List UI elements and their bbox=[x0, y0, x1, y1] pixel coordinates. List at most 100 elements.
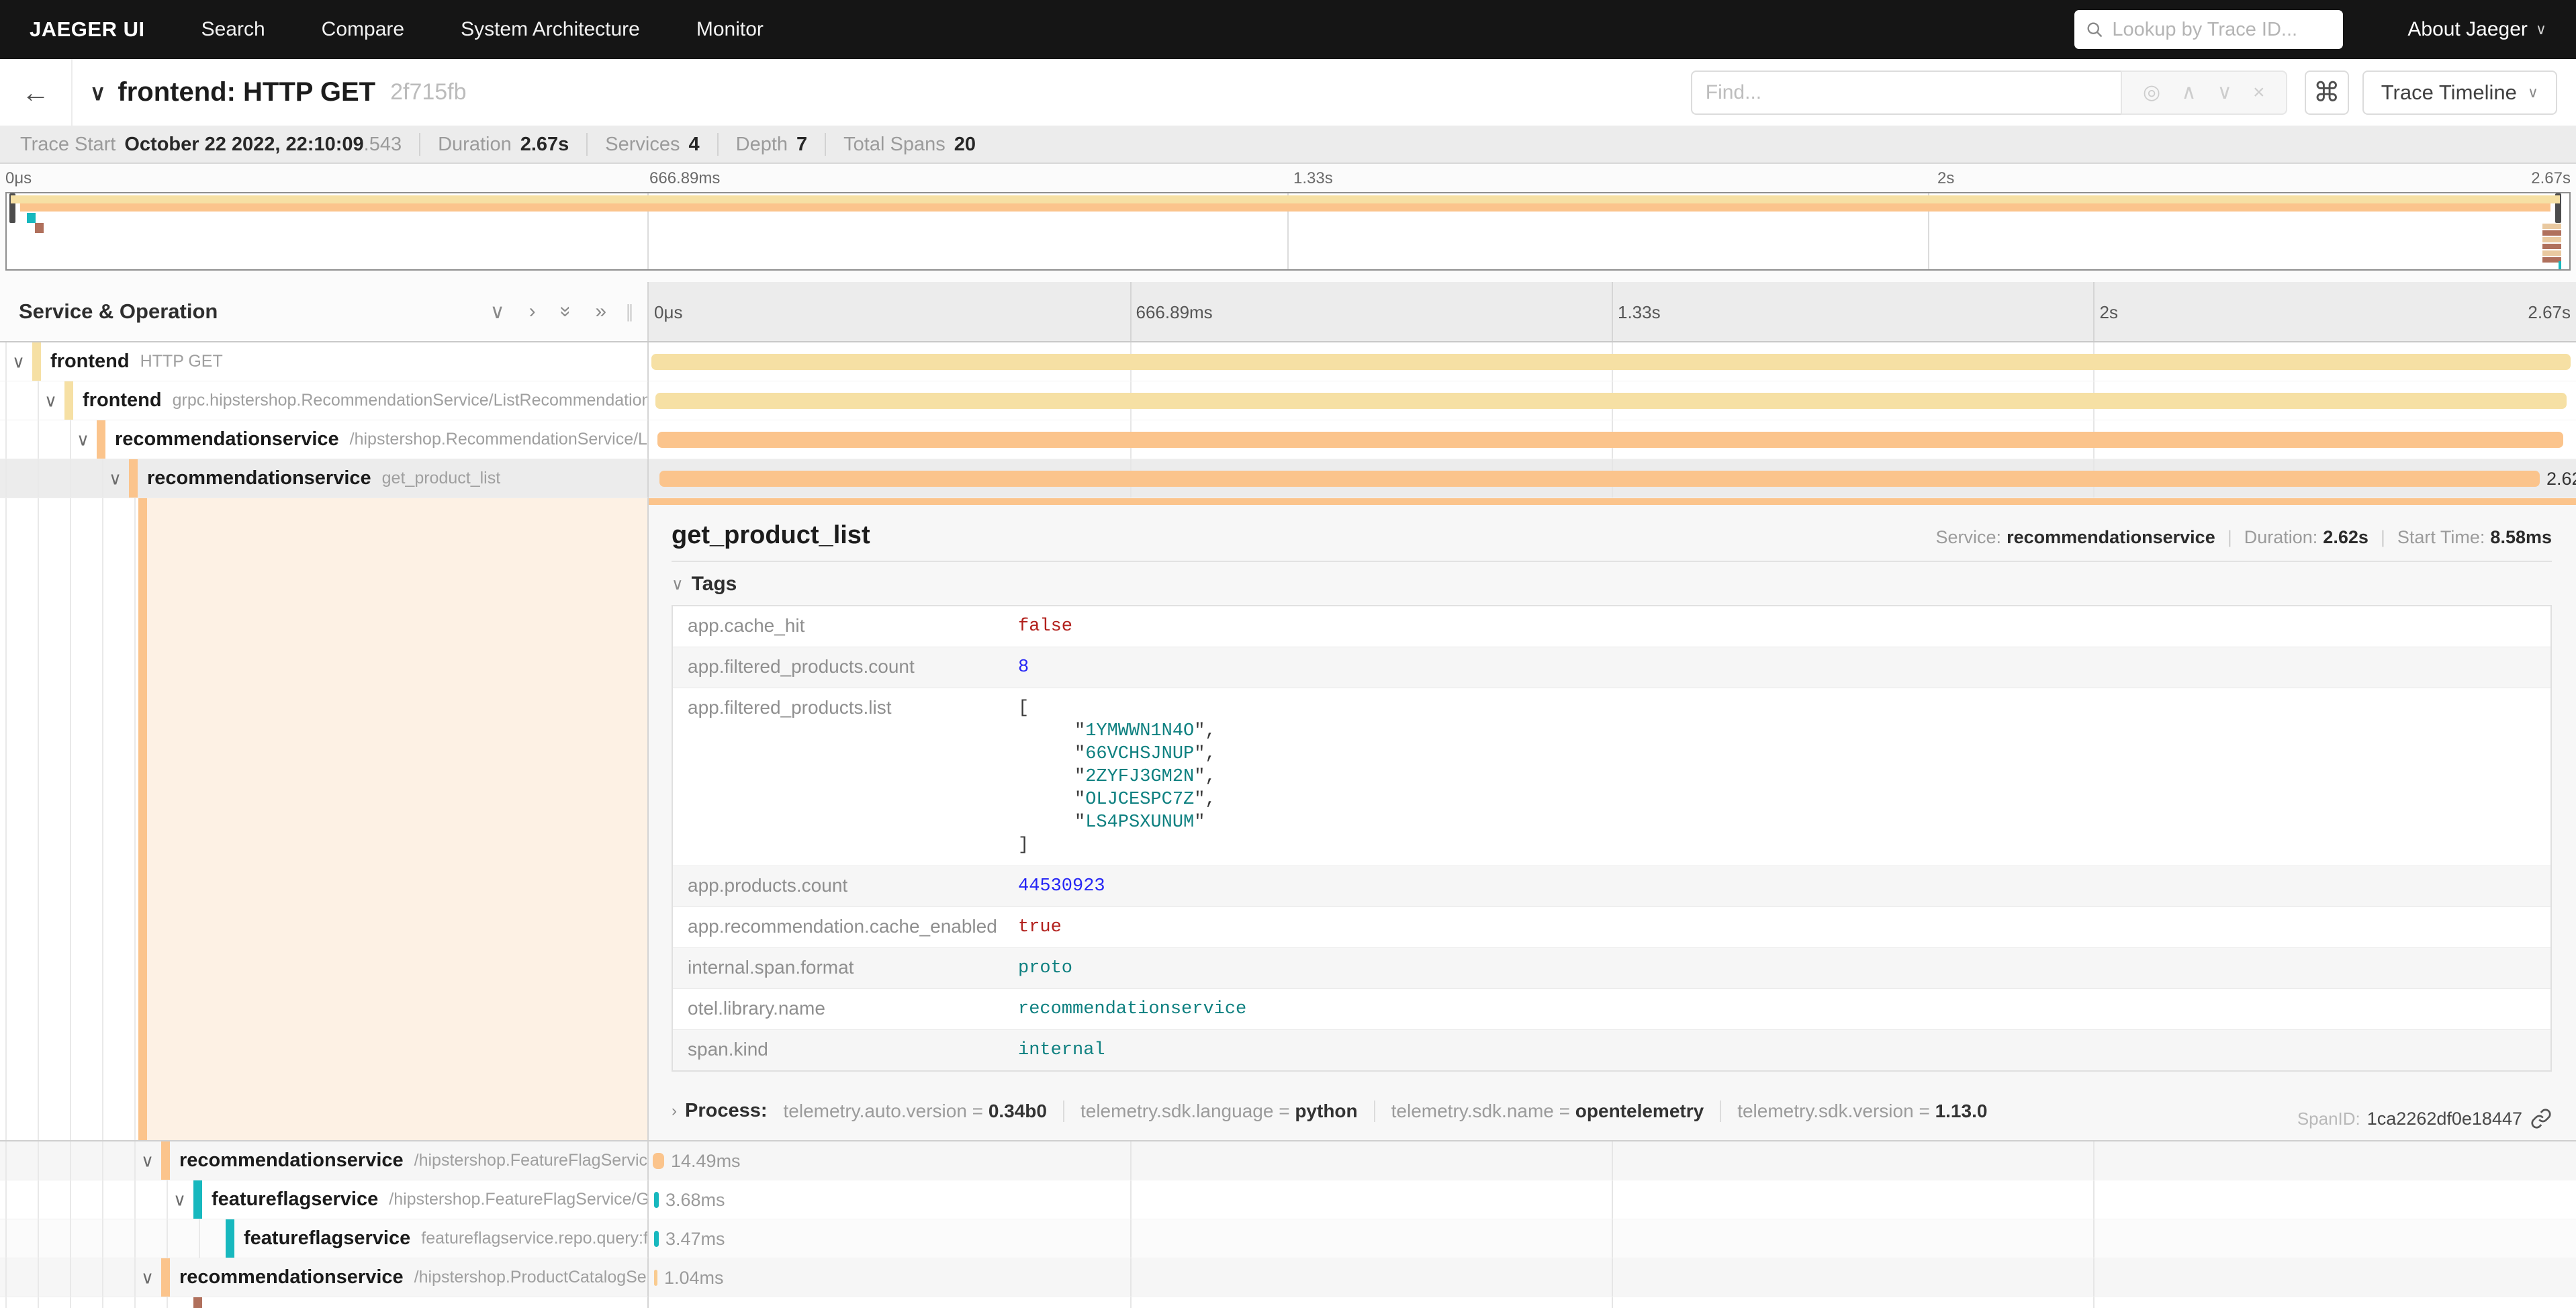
nav-item-monitor[interactable]: Monitor bbox=[696, 18, 764, 41]
trace-minimap: 0μs666.89ms1.33s2s2.67s bbox=[0, 164, 2576, 282]
span-row[interactable]: ∨recommendationservice/hipstershop.Recom… bbox=[0, 420, 2576, 459]
row-collapse-chevron-icon[interactable]: ∨ bbox=[109, 468, 122, 489]
minimap-span-bar bbox=[20, 203, 2550, 212]
focus-match-icon[interactable]: ◎ bbox=[2143, 81, 2160, 104]
tag-key: otel.library.name bbox=[688, 998, 1018, 1021]
jaeger-logo[interactable]: JAEGER UI bbox=[30, 17, 145, 42]
span-duration-bar[interactable] bbox=[659, 471, 2540, 487]
minimap-span-bar bbox=[27, 213, 36, 223]
trace-header: ← ∨ frontend: HTTP GET 2f715fb Find... ◎… bbox=[0, 59, 2576, 126]
service-color-bar bbox=[97, 420, 105, 459]
expand-one-icon[interactable]: › bbox=[529, 300, 536, 323]
collapse-one-icon[interactable]: ∨ bbox=[490, 300, 505, 324]
row-collapse-chevron-icon[interactable]: ∨ bbox=[77, 429, 89, 450]
find-input[interactable]: Find... bbox=[1691, 71, 2121, 115]
timeline-tick-labels: 0μs666.89ms1.33s2s2.67s bbox=[649, 282, 2576, 341]
trace-id-short: 2f715fb bbox=[390, 79, 466, 105]
summary-services: Services 4 bbox=[586, 133, 717, 156]
operation-name: /hipstershop.ProductCatalogSer… bbox=[414, 1268, 649, 1287]
tag-row: otel.library.namerecommendationservice bbox=[673, 989, 2550, 1030]
keyboard-shortcuts-button[interactable]: ⌘ bbox=[2305, 71, 2349, 115]
summary-depth: Depth 7 bbox=[717, 133, 825, 156]
column-resizer-grip[interactable]: ∥ bbox=[625, 301, 635, 322]
process-section: › Process: telemetry.auto.version = 0.34… bbox=[672, 1100, 2552, 1122]
row-collapse-chevron-icon[interactable]: ∨ bbox=[44, 390, 57, 411]
prev-match-icon[interactable]: ∧ bbox=[2181, 81, 2196, 104]
row-collapse-chevron-icon[interactable]: ∨ bbox=[141, 1267, 154, 1288]
timeline-column-header: Service & Operation ∨ › » » ∥ 0μs666.89m… bbox=[0, 282, 2576, 342]
service-name: recommendationservice bbox=[179, 1266, 404, 1289]
link-icon[interactable] bbox=[2530, 1108, 2552, 1129]
service-name: featureflagservice bbox=[212, 1188, 378, 1211]
span-row[interactable]: ∨recommendationservice/hipstershop.Featu… bbox=[0, 1141, 2576, 1180]
span-row[interactable]: ∨frontendgrpc.hipstershop.Recommendation… bbox=[0, 381, 2576, 420]
span-duration-bar[interactable] bbox=[654, 1231, 659, 1247]
operation-name: /hipstershop.FeatureFlagService/Ge… bbox=[389, 1190, 649, 1209]
clear-find-icon[interactable]: × bbox=[2253, 81, 2265, 104]
process-entry: telemetry.sdk.language = python bbox=[1063, 1101, 1374, 1122]
service-color-bar bbox=[129, 459, 138, 498]
summary-trace-start: Trace Start October 22 2022, 22:10:09.54… bbox=[0, 133, 419, 156]
span-duration-bar[interactable] bbox=[654, 1192, 659, 1208]
span-rows-top: ∨frontendHTTP GET∨frontendgrpc.hipstersh… bbox=[0, 342, 2576, 498]
tags-section-toggle[interactable]: ∨ Tags bbox=[672, 573, 2552, 596]
tag-value: internal bbox=[1018, 1039, 2536, 1062]
chevron-right-icon[interactable]: › bbox=[672, 1102, 677, 1121]
span-duration-bar[interactable] bbox=[655, 393, 2567, 409]
row-collapse-chevron-icon[interactable]: ∨ bbox=[12, 351, 25, 372]
tag-row: app.recommendation.cache_enabledtrue bbox=[673, 907, 2550, 948]
tick-label: 0μs bbox=[654, 302, 682, 323]
span-id-value: 1ca2262df0e18447 bbox=[2367, 1109, 2522, 1129]
span-duration-bar[interactable] bbox=[657, 432, 2563, 448]
trace-id-search-input[interactable]: Lookup by Trace ID... bbox=[2074, 10, 2343, 49]
span-row[interactable] bbox=[0, 1297, 2576, 1308]
service-color-bar bbox=[226, 1219, 234, 1258]
span-duration-label: 3.68ms bbox=[665, 1190, 725, 1211]
span-duration-bar[interactable] bbox=[651, 354, 2571, 370]
tag-value: true bbox=[1018, 916, 2536, 939]
back-button[interactable]: ← bbox=[0, 59, 73, 126]
tick-label: 0μs bbox=[5, 169, 32, 188]
span-duration-bar[interactable] bbox=[654, 1270, 657, 1286]
tag-row: app.filtered_products.list["1YMWWN1N4O",… bbox=[673, 688, 2550, 866]
operation-name: /hipstershop.FeatureFlagService… bbox=[414, 1151, 649, 1170]
span-detail-panel: get_product_list Service:recommendations… bbox=[649, 498, 2576, 1140]
search-icon bbox=[2085, 20, 2104, 39]
span-row[interactable]: ∨ recommendationservice/hipstershop.Produ… bbox=[0, 1258, 2576, 1297]
collapse-all-icon[interactable]: » bbox=[554, 306, 577, 318]
tag-value: recommendationservice bbox=[1018, 998, 2536, 1021]
summary-duration: Duration 2.67s bbox=[419, 133, 586, 156]
next-match-icon[interactable]: ∨ bbox=[2217, 81, 2232, 104]
service-name: recommendationservice bbox=[147, 467, 371, 489]
row-collapse-chevron-icon[interactable]: ∨ bbox=[141, 1150, 154, 1171]
process-entry: telemetry.auto.version = 0.34b0 bbox=[774, 1101, 1063, 1122]
find-group: Find... ◎ ∧ ∨ × bbox=[1691, 71, 2287, 115]
tick-label: 2s bbox=[2100, 302, 2118, 323]
minimap-tick-labels: 0μs666.89ms1.33s2s2.67s bbox=[0, 169, 2576, 189]
nav-item-system-architecture[interactable]: System Architecture bbox=[461, 18, 640, 41]
tag-key: app.cache_hit bbox=[688, 615, 1018, 638]
about-jaeger-menu[interactable]: About Jaeger ∨ bbox=[2407, 18, 2546, 41]
span-row[interactable]: ∨frontendHTTP GET bbox=[0, 342, 2576, 381]
trace-id-search-placeholder: Lookup by Trace ID... bbox=[2112, 19, 2297, 41]
minimap-span-bar bbox=[2542, 244, 2561, 249]
service-operation-title: Service & Operation bbox=[19, 299, 218, 324]
view-selector-button[interactable]: Trace Timeline ∨ bbox=[2362, 71, 2557, 115]
tag-row: app.filtered_products.count8 bbox=[673, 647, 2550, 688]
span-duration-label: 1.04ms bbox=[664, 1268, 724, 1289]
span-row[interactable]: ∨ featureflagservice/hipstershop.FeatureF… bbox=[0, 1180, 2576, 1219]
trace-collapse-chevron-icon[interactable]: ∨ bbox=[90, 80, 105, 105]
span-rows-bottom: ∨ recommendationservice/hipstershop.Featu… bbox=[0, 1141, 2576, 1308]
minimap-canvas[interactable] bbox=[5, 192, 2571, 271]
nav-item-search[interactable]: Search bbox=[201, 18, 265, 41]
expand-all-icon[interactable]: » bbox=[595, 300, 606, 323]
tag-key: app.filtered_products.count bbox=[688, 656, 1018, 679]
tag-row: app.products.count44530923 bbox=[673, 866, 2550, 907]
tick-label: 2s bbox=[1937, 169, 1954, 188]
row-collapse-chevron-icon[interactable]: ∨ bbox=[173, 1189, 186, 1210]
service-color-bar bbox=[161, 1141, 170, 1180]
span-duration-bar[interactable] bbox=[653, 1153, 664, 1169]
nav-item-compare[interactable]: Compare bbox=[322, 18, 404, 41]
span-row[interactable]: ∨recommendationserviceget_product_list2.… bbox=[0, 459, 2576, 498]
span-row[interactable]: featureflagservicefeatureflagservice.rep… bbox=[0, 1219, 2576, 1258]
